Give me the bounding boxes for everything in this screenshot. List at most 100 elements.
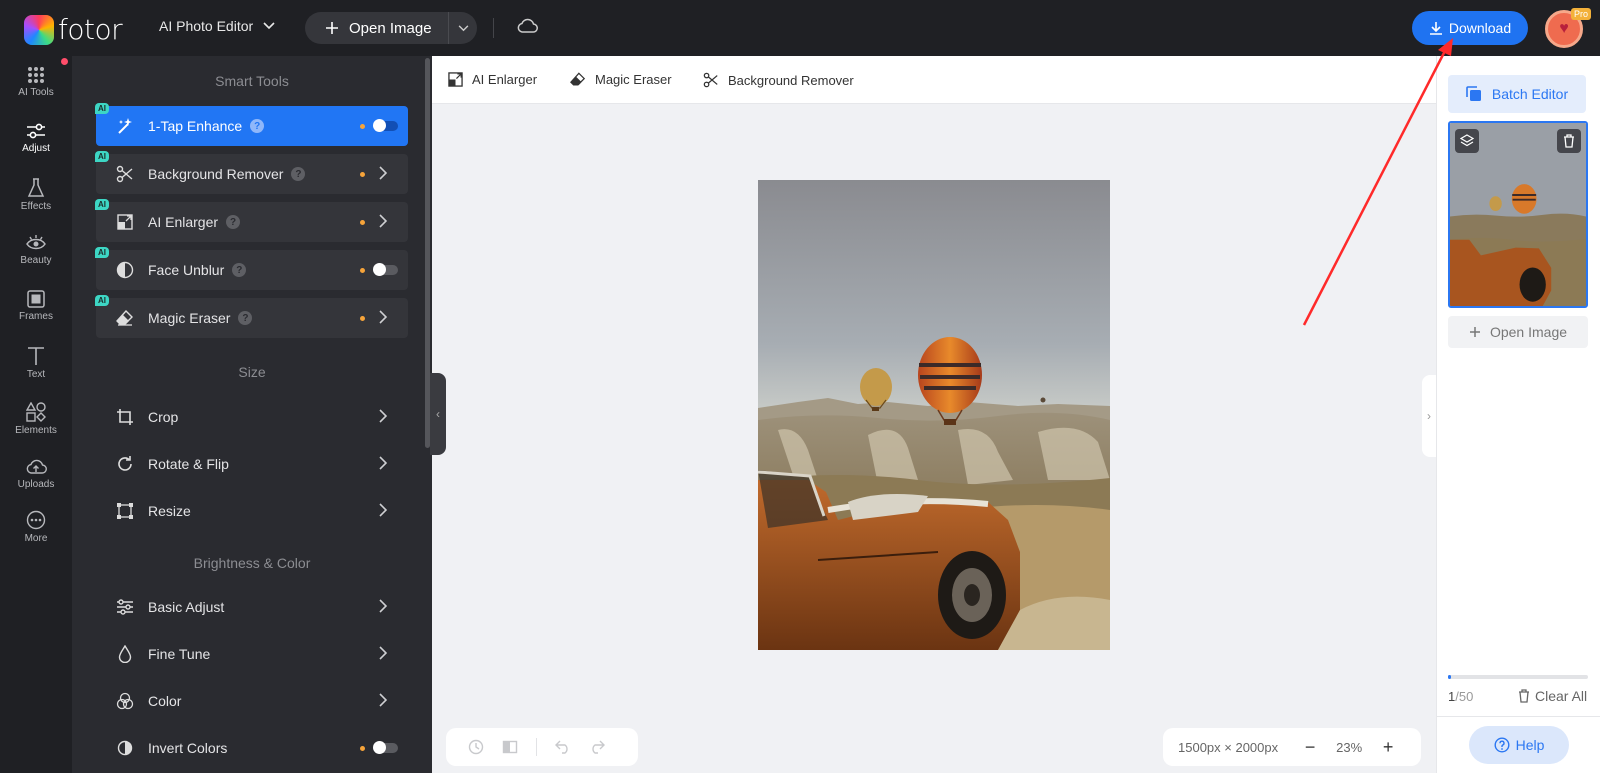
editor-mode-label: AI Photo Editor [159,18,254,34]
sliders-icon [27,123,45,139]
collapse-panel-handle[interactable]: ‹ [430,373,446,455]
resize-icon [114,502,136,520]
help-circle-icon [1494,737,1510,753]
chevron-right-icon [379,693,388,710]
rail-item-effects[interactable]: Effects [0,178,72,228]
trash-icon [1519,689,1529,703]
rail-item-beauty[interactable]: Beauty [0,234,72,284]
help-button[interactable]: Help [1469,726,1569,764]
flask-icon [27,178,45,197]
cloud-upload-icon [26,459,47,474]
balloon-landscape-photo [758,180,1110,650]
color-circles-icon [114,692,136,710]
delete-image-button[interactable] [1557,129,1581,153]
quick-background-remover[interactable]: Background Remover [703,72,854,88]
rail-item-adjust[interactable]: Adjust [0,122,72,172]
top-divider [493,18,494,38]
heart-icon: ♥ [1559,20,1569,37]
progress-fill [1448,675,1451,679]
shapes-icon [26,402,46,422]
tool-one-tap-enhance[interactable]: AI 1-Tap Enhance ? [95,103,408,146]
tool-ai-enlarger[interactable]: AI AI Enlarger ? [95,199,408,242]
rail-label: More [24,533,48,544]
rail-item-frames[interactable]: Frames [0,290,72,340]
help-question-icon[interactable]: ? [232,263,247,277]
rail-item-text[interactable]: Text [0,346,72,396]
zoom-out-button[interactable]: − [1302,737,1318,758]
open-image-label: Open Image [349,19,432,37]
image-thumbnail[interactable] [1448,121,1588,308]
zoom-in-button[interactable]: + [1380,737,1396,758]
tool-invert-colors[interactable]: Invert Colors [96,728,408,768]
face-unblur-toggle[interactable] [373,263,398,276]
layers-button[interactable] [1455,129,1479,153]
batch-editor-label: Batch Editor [1491,86,1569,102]
trash-icon [1564,134,1574,148]
cloud-save-button[interactable] [516,18,538,37]
ai-badge: AI [95,199,109,210]
help-question-icon[interactable]: ? [250,119,265,133]
chevron-right-icon [379,166,388,183]
clear-all-button[interactable]: Clear All [1518,688,1587,704]
tool-resize[interactable]: Resize [96,491,408,531]
rail-label: Uploads [17,479,55,490]
rail-item-uploads[interactable]: Uploads [0,458,72,508]
scissors-icon [703,72,718,88]
tool-fine-tune[interactable]: Fine Tune [96,634,408,674]
rail-item-ai-tools[interactable]: AI Tools [0,66,72,116]
logo-text: fotor [58,13,123,46]
quick-label: Background Remover [728,72,854,88]
rail-label: Beauty [20,255,52,266]
history-icon[interactable] [468,739,484,755]
one-tap-enhance-toggle[interactable] [373,119,398,132]
open-image-menu-button[interactable] [449,24,477,32]
ai-badge: AI [95,103,109,114]
undo-icon[interactable] [555,740,571,754]
section-title-smart-tools: Smart Tools [215,73,289,89]
add-image-button[interactable]: Open Image [1448,316,1588,348]
help-question-icon[interactable]: ? [226,215,241,229]
download-button[interactable]: Download [1412,11,1528,45]
help-question-icon[interactable]: ? [238,311,253,325]
redo-icon[interactable] [589,740,605,754]
tool-face-unblur[interactable]: AI Face Unblur ? [95,247,408,290]
chevron-right-icon [379,456,388,473]
chevron-right-icon [379,599,388,616]
tool-label: Rotate & Flip [148,456,229,472]
cloud-icon [517,18,538,33]
tool-background-remover[interactable]: AI Background Remover ? [95,151,408,194]
toggle-knob [373,741,386,754]
image-count: 1/50 [1448,689,1473,704]
premium-dot [360,124,365,129]
rail-item-elements[interactable]: Elements [0,402,72,452]
rail-item-more[interactable]: More [0,510,72,560]
zoom-level[interactable]: 23% [1336,740,1362,755]
open-image-button[interactable]: Open Image [305,12,449,44]
tool-rotate-flip[interactable]: Rotate & Flip [96,444,408,484]
tool-label: Magic Eraser [148,310,231,326]
plus-icon [326,22,338,34]
fotor-logo[interactable]: fotor [24,13,123,46]
editor-mode-dropdown[interactable]: AI Photo Editor [159,18,275,34]
toggle-knob [373,119,386,132]
grid-dots-icon [28,67,44,83]
tool-basic-adjust[interactable]: Basic Adjust [96,587,408,627]
rotate-icon [114,455,136,473]
tool-label: Face Unblur [148,262,225,278]
pro-badge: Pro [1571,8,1592,20]
tool-label: Resize [148,503,191,519]
help-question-icon[interactable]: ? [291,167,306,181]
compare-icon[interactable] [502,739,518,755]
canvas-photo[interactable] [758,180,1110,650]
quick-magic-eraser[interactable]: Magic Eraser [570,72,672,87]
invert-colors-toggle[interactable] [373,741,398,754]
tool-color[interactable]: Color [96,681,408,721]
chevron-right-icon: › [1427,409,1431,423]
chevron-left-icon: ‹ [436,407,440,421]
tool-magic-eraser[interactable]: AI Magic Eraser ? [95,295,408,338]
tool-crop[interactable]: Crop [96,397,408,437]
collapse-right-panel-handle[interactable]: › [1422,375,1436,457]
section-title-brightness-color: Brightness & Color [193,555,311,571]
quick-ai-enlarger[interactable]: AI Enlarger [448,72,537,87]
batch-editor-button[interactable]: Batch Editor [1448,75,1586,113]
